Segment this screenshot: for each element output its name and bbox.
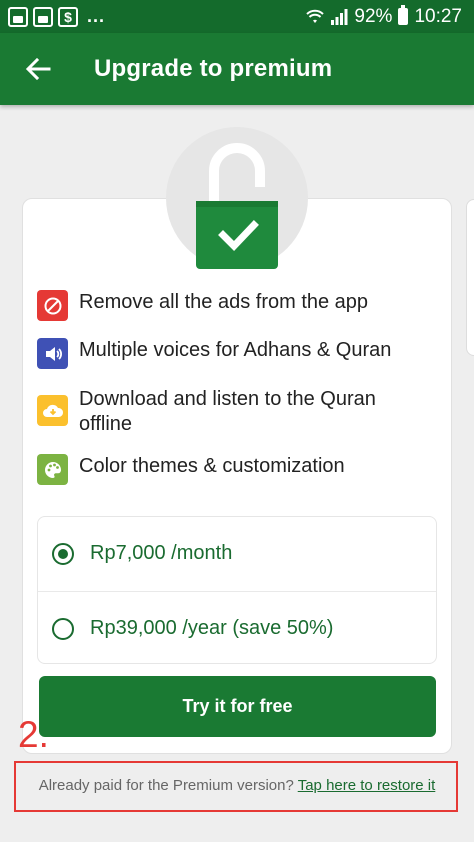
wifi-icon bbox=[306, 9, 325, 23]
annotation-number: 2. bbox=[18, 714, 49, 755]
palette-icon bbox=[37, 454, 68, 485]
lock-illustration bbox=[166, 127, 308, 269]
try-free-button[interactable]: Try it for free bbox=[39, 676, 436, 737]
cloud-download-icon bbox=[37, 395, 68, 426]
signal-icon bbox=[331, 8, 348, 25]
restore-purchase: Already paid for the Premium version? Ta… bbox=[0, 777, 474, 794]
battery-percent: 92% bbox=[354, 5, 393, 27]
feature-themes: Color themes & customization bbox=[37, 454, 345, 485]
no-ads-icon bbox=[37, 290, 68, 321]
page-title: Upgrade to premium bbox=[94, 55, 333, 82]
plan-monthly[interactable]: Rp7,000 /month bbox=[38, 517, 436, 590]
mosque-notification-icon bbox=[33, 6, 53, 27]
clock: 10:27 bbox=[414, 5, 462, 27]
mosque-notification-icon bbox=[8, 6, 28, 27]
feature-label: Color themes & customization bbox=[79, 455, 345, 477]
restore-prefix: Already paid for the Premium version? bbox=[38, 777, 294, 794]
feature-remove-ads: Remove all the ads from the app bbox=[37, 290, 368, 321]
radio-unselected[interactable] bbox=[52, 617, 74, 640]
status-bar: $ ... 92% 10:27 bbox=[0, 0, 474, 33]
feature-label: Multiple voices for Adhans & Quran bbox=[79, 339, 392, 361]
feature-label: Remove all the ads from the app bbox=[79, 291, 369, 313]
unlocked-padlock-icon bbox=[196, 143, 278, 269]
plan-label: Rp7,000 /month bbox=[90, 542, 233, 564]
more-notifications: ... bbox=[87, 6, 106, 26]
dollar-notification-icon: $ bbox=[58, 6, 78, 27]
feature-voices: Multiple voices for Adhans & Quran bbox=[37, 338, 391, 369]
restore-link[interactable]: Tap here to restore it bbox=[298, 777, 436, 794]
feature-label: Download and listen to the Quran offline bbox=[79, 388, 376, 435]
radio-selected[interactable] bbox=[52, 542, 74, 565]
battery-icon bbox=[398, 5, 409, 25]
feature-download: Download and listen to the Quran offline bbox=[37, 387, 409, 437]
plan-label: Rp39,000 /year (save 50%) bbox=[90, 617, 334, 639]
notification-icons: $ ... bbox=[8, 6, 105, 27]
plan-yearly[interactable]: Rp39,000 /year (save 50%) bbox=[38, 591, 436, 665]
plan-selector: Rp7,000 /month Rp39,000 /year (save 50%) bbox=[37, 516, 437, 664]
app-bar: Upgrade to premium bbox=[0, 33, 474, 105]
speaker-icon bbox=[37, 338, 68, 369]
back-arrow-icon[interactable] bbox=[8, 39, 68, 99]
system-status: 92% 10:27 bbox=[306, 5, 462, 28]
next-card-peek[interactable] bbox=[466, 199, 474, 356]
